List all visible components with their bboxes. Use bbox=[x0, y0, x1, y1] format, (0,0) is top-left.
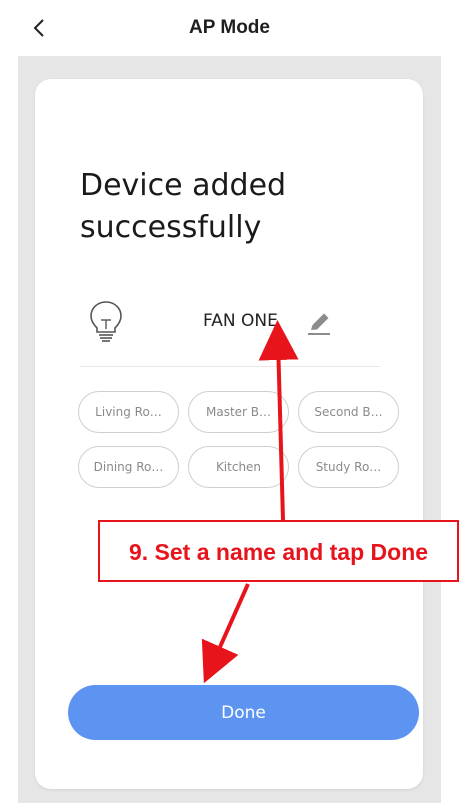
device-row: FAN ONE bbox=[79, 293, 399, 353]
device-name: FAN ONE bbox=[203, 311, 278, 331]
screen: AP Mode Device added successfully FAN ON… bbox=[0, 0, 459, 803]
success-headline: Device added successfully bbox=[80, 168, 287, 245]
room-chip[interactable]: Master B… bbox=[188, 391, 289, 433]
annotation-callout: 9. Set a name and tap Done bbox=[98, 520, 459, 582]
room-chip[interactable]: Study Ro… bbox=[298, 446, 399, 488]
room-chip[interactable]: Kitchen bbox=[188, 446, 289, 488]
back-button[interactable] bbox=[22, 10, 58, 46]
done-button[interactable]: Done bbox=[68, 685, 419, 740]
room-chip[interactable]: Living Ro… bbox=[78, 391, 179, 433]
annotation-text: 9. Set a name and tap Done bbox=[128, 539, 429, 565]
app-header: AP Mode bbox=[0, 0, 459, 56]
pencil-icon bbox=[308, 313, 330, 335]
room-chip[interactable]: Dining Ro… bbox=[78, 446, 179, 488]
chevron-left-icon bbox=[33, 19, 44, 37]
divider bbox=[80, 366, 380, 367]
room-chip[interactable]: Second B… bbox=[298, 391, 399, 433]
edit-name-button[interactable] bbox=[305, 309, 333, 337]
device-added-card: Device added successfully FAN ONE bbox=[35, 79, 423, 789]
page-title: AP Mode bbox=[189, 17, 270, 38]
lightbulb-icon bbox=[90, 301, 122, 342]
